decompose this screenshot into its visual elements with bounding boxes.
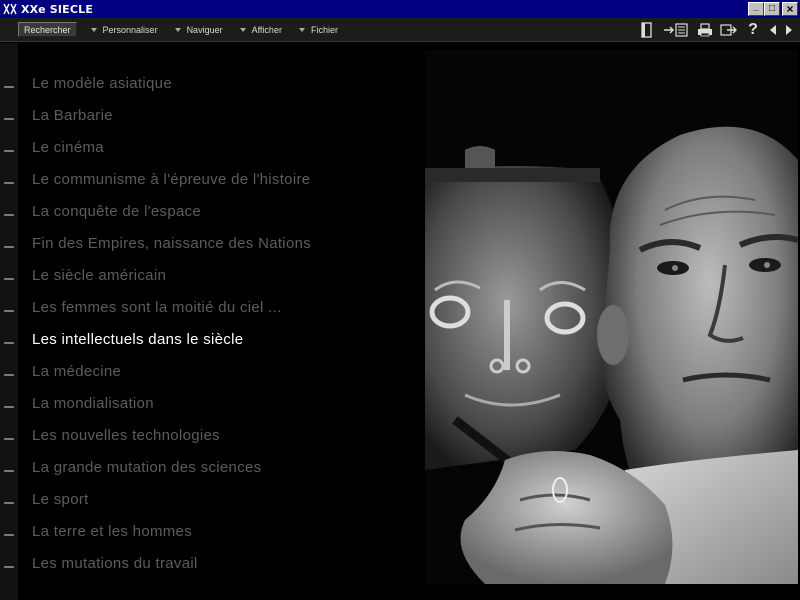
dash-marker [4, 470, 14, 472]
dash-marker [4, 246, 14, 248]
arrow-to-book-icon[interactable] [662, 21, 690, 39]
dash-marker [4, 86, 14, 88]
topic-item[interactable]: Le sport [0, 483, 420, 515]
portrait-illustration [425, 50, 798, 584]
topic-item[interactable]: La Barbarie [0, 99, 420, 131]
topic-list: Le modèle asiatique La Barbarie Le cinéma L… [0, 67, 420, 579]
menu-label: Fichier [310, 24, 338, 35]
menu-label: Personnaliser [102, 24, 158, 35]
dash-marker [4, 278, 14, 280]
maximize-button[interactable]: □ [764, 2, 780, 16]
title-bar: XXe SIECLE _ □ × [0, 0, 800, 18]
chevron-down-icon [298, 27, 305, 32]
menu-label: Naviguer [186, 24, 223, 35]
dash-marker [4, 374, 14, 376]
topic-item[interactable]: Les mutations du travail [0, 547, 420, 579]
dash-marker [4, 566, 14, 568]
help-glyph: ? [748, 21, 758, 38]
menu-bar: Rechercher Personnaliser Naviguer Affich… [0, 18, 800, 42]
maximize-icon: □ [768, 3, 776, 14]
dash-marker [4, 118, 14, 120]
app-logo-icon [2, 2, 18, 16]
topic-label: Le communisme à l'épreuve de l'histoire [32, 170, 311, 188]
topic-label: La grande mutation des sciences [32, 458, 262, 476]
topic-label: La mondialisation [32, 394, 154, 412]
portrait-photo [425, 50, 798, 584]
dash-marker [4, 150, 14, 152]
dash-marker [4, 502, 14, 504]
menu-personnaliser[interactable]: Personnaliser [90, 24, 158, 35]
topic-item[interactable]: Le modèle asiatique [0, 67, 420, 99]
dash-marker [4, 310, 14, 312]
topic-label: Les mutations du travail [32, 554, 198, 572]
menu-label: Afficher [251, 24, 282, 35]
chevron-down-icon [239, 27, 246, 32]
window-controls: _ □ × [748, 2, 798, 16]
topic-label: La médecine [32, 362, 122, 380]
dash-marker [4, 438, 14, 440]
topic-label: Le siècle américain [32, 266, 167, 284]
export-icon[interactable] [720, 21, 738, 39]
topic-item[interactable]: Les nouvelles technologies [0, 419, 420, 451]
topic-label: Les femmes sont la moitié du ciel ... [32, 298, 282, 316]
topic-item[interactable]: La mondialisation [0, 387, 420, 419]
dash-marker [4, 406, 14, 408]
chevron-down-icon [90, 27, 97, 32]
topic-item[interactable]: Les femmes sont la moitié du ciel ... [0, 291, 420, 323]
menu-naviguer[interactable]: Naviguer [174, 24, 223, 35]
topic-item[interactable]: Le communisme à l'épreuve de l'histoire [0, 163, 420, 195]
topic-item[interactable]: Le cinéma [0, 131, 420, 163]
topic-item[interactable]: Les intellectuels dans le siècle [0, 323, 420, 355]
help-icon[interactable]: ? [744, 21, 762, 39]
topic-item[interactable]: Le siècle américain [0, 259, 420, 291]
main-area: Le modèle asiatique La Barbarie Le cinéma L… [0, 43, 800, 600]
topic-label: Le cinéma [32, 138, 104, 156]
topic-label: Le sport [32, 490, 89, 508]
chevron-down-icon [174, 27, 181, 32]
dash-marker [4, 182, 14, 184]
topic-item[interactable]: La terre et les hommes [0, 515, 420, 547]
menu-afficher[interactable]: Afficher [239, 24, 282, 35]
topic-label: La Barbarie [32, 106, 113, 124]
topic-label: La conquête de l'espace [32, 202, 202, 220]
topic-label: Fin des Empires, naissance des Nations [32, 234, 312, 252]
topic-label: Le modèle asiatique [32, 74, 172, 92]
topic-item[interactable]: La conquête de l'espace [0, 195, 420, 227]
topic-item[interactable]: La médecine [0, 355, 420, 387]
menu-fichier[interactable]: Fichier [298, 24, 338, 35]
next-icon[interactable] [784, 21, 794, 39]
close-button[interactable]: × [782, 2, 798, 16]
dash-marker [4, 534, 14, 536]
close-icon: × [786, 2, 794, 16]
topic-label: Les nouvelles technologies [32, 426, 220, 444]
window-title: XXe SIECLE [21, 2, 94, 16]
topic-label: Les intellectuels dans le siècle [32, 330, 244, 348]
previous-icon[interactable] [768, 21, 778, 39]
search-button[interactable]: Rechercher [18, 22, 77, 37]
dash-marker [4, 214, 14, 216]
dash-marker [4, 342, 14, 344]
printer-icon[interactable] [696, 21, 714, 39]
topic-item[interactable]: Fin des Empires, naissance des Nations [0, 227, 420, 259]
topic-item[interactable]: La grande mutation des sciences [0, 451, 420, 483]
toolbar: ? [638, 21, 794, 39]
book-icon[interactable] [638, 21, 656, 39]
topic-label: La terre et les hommes [32, 522, 192, 540]
minimize-icon: _ [753, 1, 759, 12]
minimize-button[interactable]: _ [748, 2, 764, 16]
